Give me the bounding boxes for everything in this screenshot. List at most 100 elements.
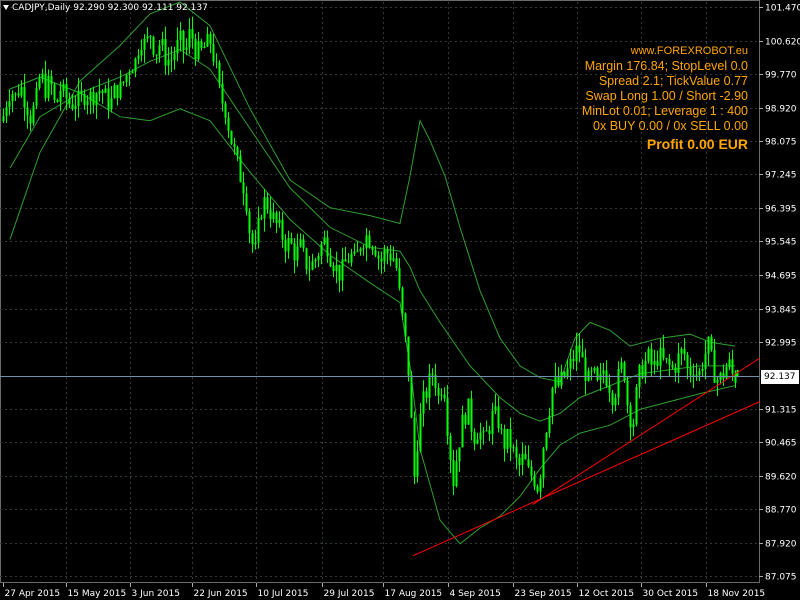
candle-body	[560, 372, 563, 386]
candle-body	[359, 248, 362, 252]
candle-body	[446, 398, 449, 436]
candle-body	[554, 375, 557, 388]
candle-body	[578, 345, 581, 353]
candle-body	[470, 398, 473, 432]
info-line-orders: 0x BUY 0.00 / 0x SELL 0.00	[593, 119, 748, 133]
candle-body	[416, 451, 419, 477]
candle-body	[245, 193, 248, 212]
candle-body	[650, 348, 653, 365]
candle-body	[77, 90, 80, 106]
candle-body	[476, 439, 479, 444]
candle-body	[251, 233, 254, 245]
y-tick-label: 87.920	[765, 540, 797, 550]
candle-body	[569, 358, 572, 369]
candle-body	[536, 486, 539, 492]
candle-body	[140, 49, 143, 56]
candle-body	[635, 387, 638, 425]
candle-body	[197, 41, 200, 60]
candle-body	[62, 83, 65, 91]
candle-body	[692, 374, 695, 376]
candle-body	[119, 81, 122, 99]
candle-body	[350, 253, 353, 263]
candle-body	[479, 432, 482, 440]
y-tick-label: 99.770	[765, 71, 797, 81]
candle-body	[14, 93, 17, 95]
candle-body	[167, 59, 170, 66]
candle-body	[221, 83, 224, 104]
candle-body	[2, 116, 5, 122]
candle-body	[428, 373, 431, 398]
candle-body	[392, 258, 395, 261]
candle-body	[377, 255, 380, 259]
candle-body	[695, 374, 698, 376]
candle-body	[83, 93, 86, 105]
candle-body	[188, 29, 191, 48]
candle-body	[290, 238, 293, 244]
candle-body	[455, 461, 458, 487]
candle-body	[155, 54, 158, 56]
candle-body	[608, 385, 611, 393]
candle-body	[386, 249, 389, 254]
candle-body	[449, 436, 452, 460]
candle-body	[383, 249, 386, 262]
candle-body	[113, 85, 116, 99]
candle-body	[539, 478, 542, 492]
y-tick-label: 93.845	[765, 306, 797, 316]
candle-body	[68, 98, 71, 105]
candle-body	[335, 264, 338, 272]
candle-body	[305, 248, 308, 270]
candle-body	[320, 244, 323, 257]
candle-body	[581, 352, 584, 358]
candle-body	[185, 47, 188, 50]
info-profit: Profit 0.00 EUR	[646, 136, 748, 152]
candle-body	[440, 394, 443, 396]
candle-body	[611, 392, 614, 406]
candle-body	[686, 354, 689, 368]
candle-body	[710, 336, 713, 350]
candle-body	[668, 358, 671, 365]
candle-body	[626, 380, 629, 406]
y-tick-label: 95.545	[765, 238, 797, 248]
candle-body	[242, 182, 245, 194]
y-tick-label: 100.620	[765, 38, 800, 48]
candle-body	[338, 264, 341, 281]
x-tick-label: 18 Nov 2015	[708, 589, 766, 599]
candle-body	[518, 457, 521, 465]
info-line-minlot: MinLot 0.01; Leverage 1 : 400	[581, 104, 748, 118]
candle-body	[164, 39, 167, 66]
candle-body	[332, 265, 335, 272]
candle-body	[716, 380, 719, 383]
candle-body	[236, 147, 239, 156]
x-tick-label: 29 Jul 2015	[324, 589, 375, 599]
candle-body	[632, 424, 635, 428]
y-tick-label: 97.245	[765, 171, 797, 181]
candle-body	[629, 405, 632, 428]
candle-body	[257, 217, 260, 243]
candle-body	[431, 373, 434, 375]
candle-body	[284, 239, 287, 252]
candle-body	[65, 83, 68, 99]
candle-body	[671, 364, 674, 368]
candle-body	[212, 44, 215, 62]
candle-body	[314, 259, 317, 262]
candle-body	[260, 217, 263, 219]
y-tick-label: 98.920	[765, 105, 797, 115]
x-tick-label: 27 Apr 2015	[5, 589, 61, 599]
x-tick-label: 12 Oct 2015	[579, 589, 635, 599]
chart-window[interactable]: 101.470 100.620 99.770 98.920 98.075 97.245 96…	[0, 0, 800, 600]
candle-body	[302, 239, 305, 249]
candle-body	[128, 73, 131, 75]
candle-body	[272, 212, 275, 219]
y-tick-label: 88.770	[765, 506, 797, 516]
candle-body	[542, 448, 545, 479]
candle-body	[200, 41, 203, 48]
candle-body	[248, 211, 251, 234]
candle-body	[572, 358, 575, 362]
candle-body	[107, 88, 110, 110]
candle-body	[353, 251, 356, 254]
candle-body	[131, 71, 134, 74]
candle-body	[656, 360, 659, 366]
candle-body	[488, 430, 491, 434]
candle-body	[239, 155, 242, 183]
candle-body	[206, 33, 209, 47]
